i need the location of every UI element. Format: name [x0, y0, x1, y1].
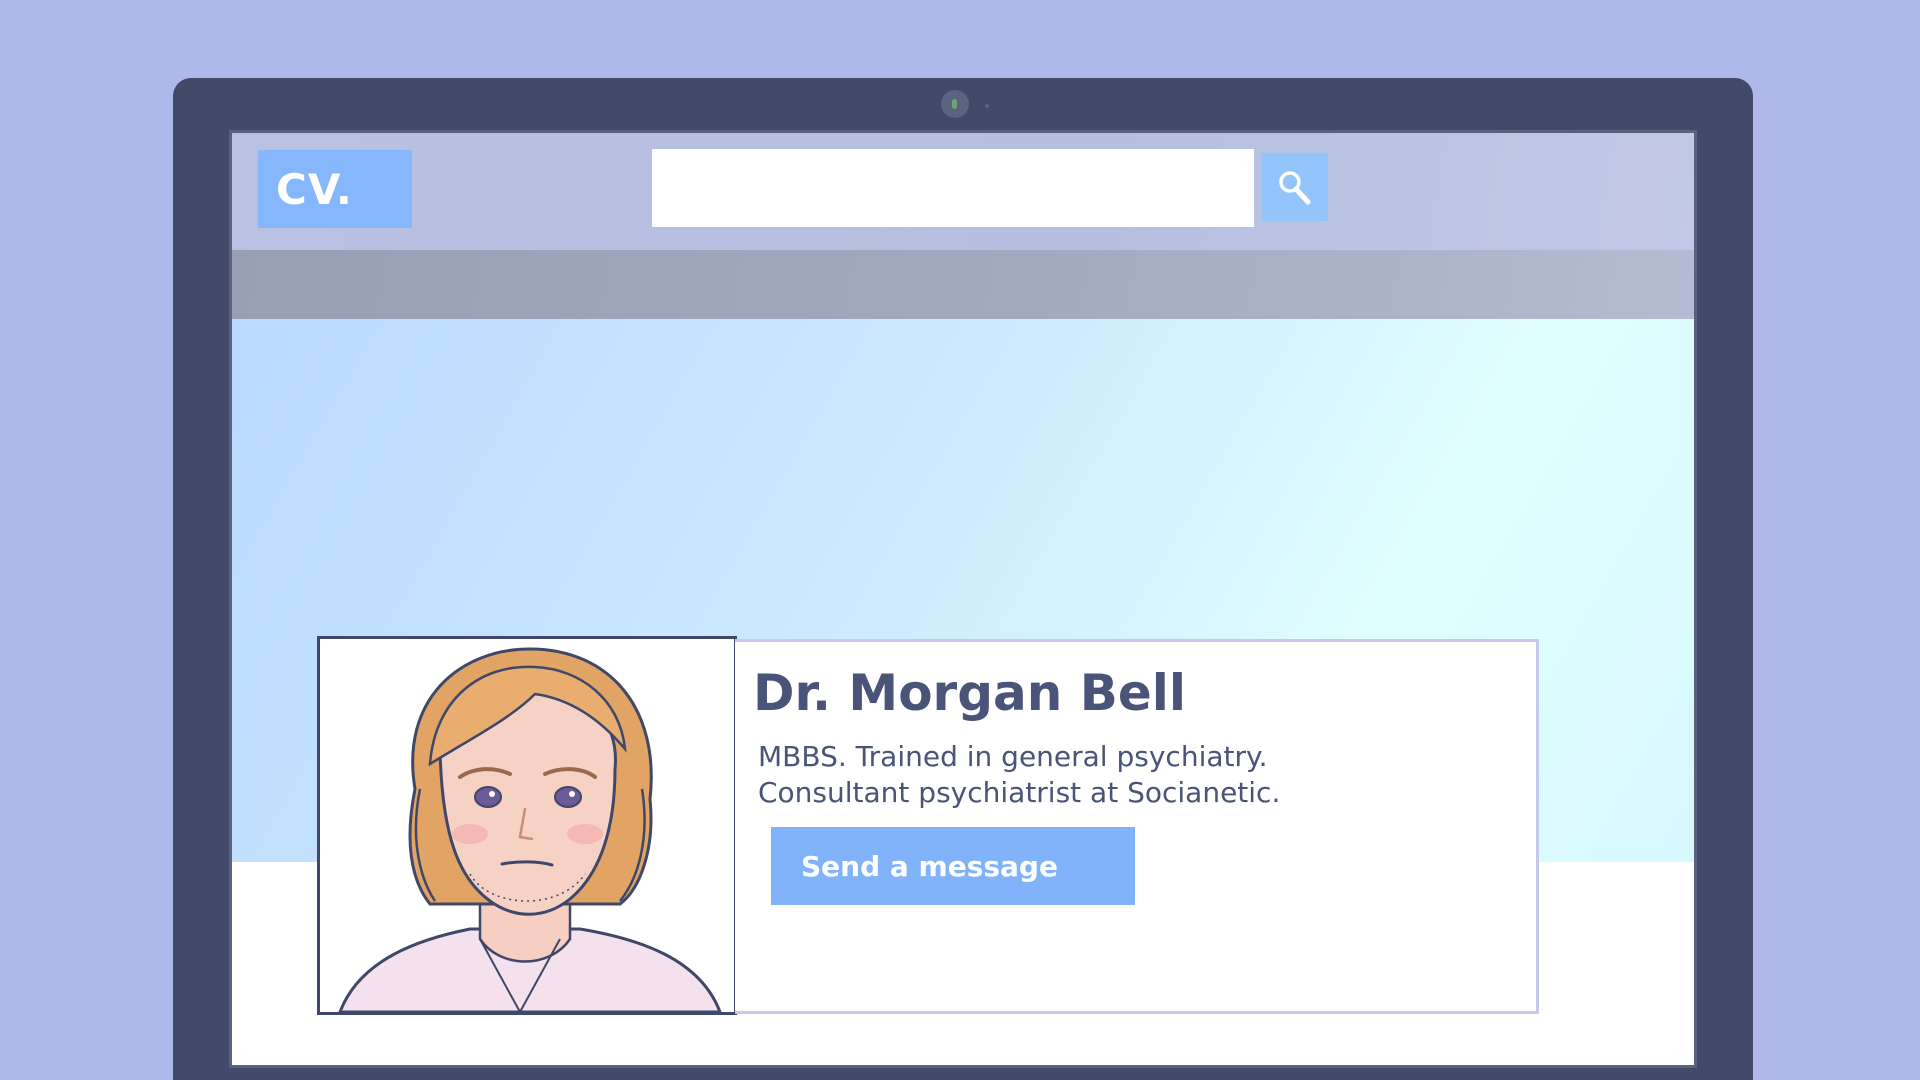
- profile-name: Dr. Morgan Bell: [753, 664, 1187, 722]
- profile-description-line: MBBS. Trained in general psychiatry.: [758, 740, 1268, 773]
- desktop-background: CV. Dr. Morgan Bell MBBS. Trained in gen…: [0, 0, 1920, 1080]
- site-header: CV.: [232, 133, 1694, 250]
- webcam-indicator: [985, 104, 989, 108]
- profile-photo: [317, 636, 737, 1015]
- laptop-bezel: CV. Dr. Morgan Bell MBBS. Trained in gen…: [173, 78, 1753, 1080]
- profile-description-line: Consultant psychiatrist at Socianetic.: [758, 776, 1281, 809]
- webcam-icon: [941, 90, 969, 118]
- send-message-button[interactable]: Send a message: [771, 827, 1135, 905]
- navigation-bar: [232, 250, 1694, 319]
- magnifier-icon: [1279, 171, 1311, 205]
- search-button[interactable]: [1262, 153, 1328, 221]
- profile-card: Dr. Morgan Bell MBBS. Trained in general…: [735, 639, 1539, 1014]
- search-input[interactable]: [652, 149, 1254, 227]
- portrait-illustration: [338, 647, 722, 1012]
- site-logo[interactable]: CV.: [258, 150, 412, 228]
- browser-screen: CV. Dr. Morgan Bell MBBS. Trained in gen…: [229, 130, 1697, 1068]
